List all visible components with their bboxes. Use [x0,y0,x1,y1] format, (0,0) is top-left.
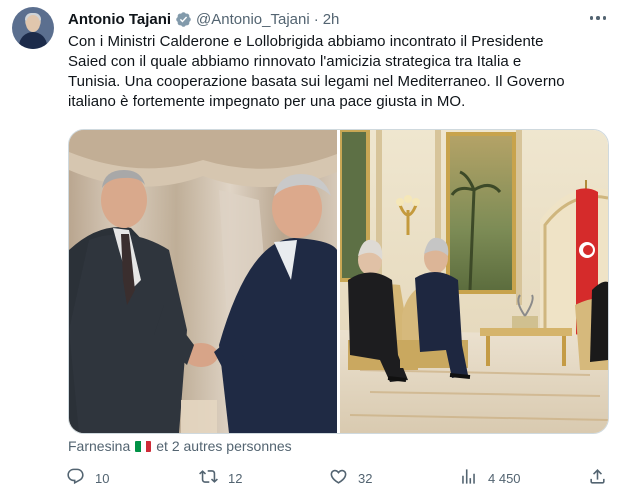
retweet-count: 12 [228,470,243,486]
more-icon[interactable] [584,8,612,28]
reply-icon [66,467,85,489]
avatar[interactable] [12,7,54,49]
separator-dot: · [313,10,319,28]
tweet-text-line: Tunisia. Una cooperazione basata sui leg… [68,73,565,90]
views-icon [459,467,478,489]
social-context[interactable]: Farnesina et 2 autres personnes [68,437,292,455]
tweet-media [68,129,609,434]
views-count: 4 450 [488,470,521,486]
share-button[interactable] [588,467,607,489]
views-button[interactable]: 4 450 [459,467,521,489]
handshake-photo[interactable] [69,130,337,433]
verified-badge-icon [175,11,192,28]
retweet-button[interactable]: 12 [199,467,242,489]
retweet-icon [199,467,218,489]
italy-flag-icon [135,440,152,452]
tweet-text: Con i Ministri Calderone e Lollobrigida … [68,32,613,112]
social-rest: et 2 autres personnes [156,438,292,454]
social-account[interactable]: Farnesina [68,438,130,454]
meeting-room-photo[interactable] [340,130,608,433]
tweet[interactable]: Antonio Tajani @Antonio_Tajani · 2h Con … [0,0,625,497]
heart-icon [329,467,348,489]
like-button[interactable]: 32 [329,467,372,489]
reply-count: 10 [95,470,110,486]
author-handle[interactable]: @Antonio_Tajani [196,11,310,28]
tweet-text-line: Saied con il quale abbiamo rinnovato l'a… [68,53,522,70]
tweet-text-line: Con i Ministri Calderone e Lollobrigida … [68,33,544,50]
reply-button[interactable]: 10 [66,467,109,489]
share-icon [588,467,607,489]
tweet-actions: 10 12 32 4 450 [66,467,612,489]
tweet-header: Antonio Tajani @Antonio_Tajani · 2h [68,9,339,29]
timestamp[interactable]: 2h [323,11,340,28]
like-count: 32 [358,470,373,486]
tweet-text-line: italiano è fortemente impegnato per una … [68,93,466,110]
author-name[interactable]: Antonio Tajani [68,11,171,28]
